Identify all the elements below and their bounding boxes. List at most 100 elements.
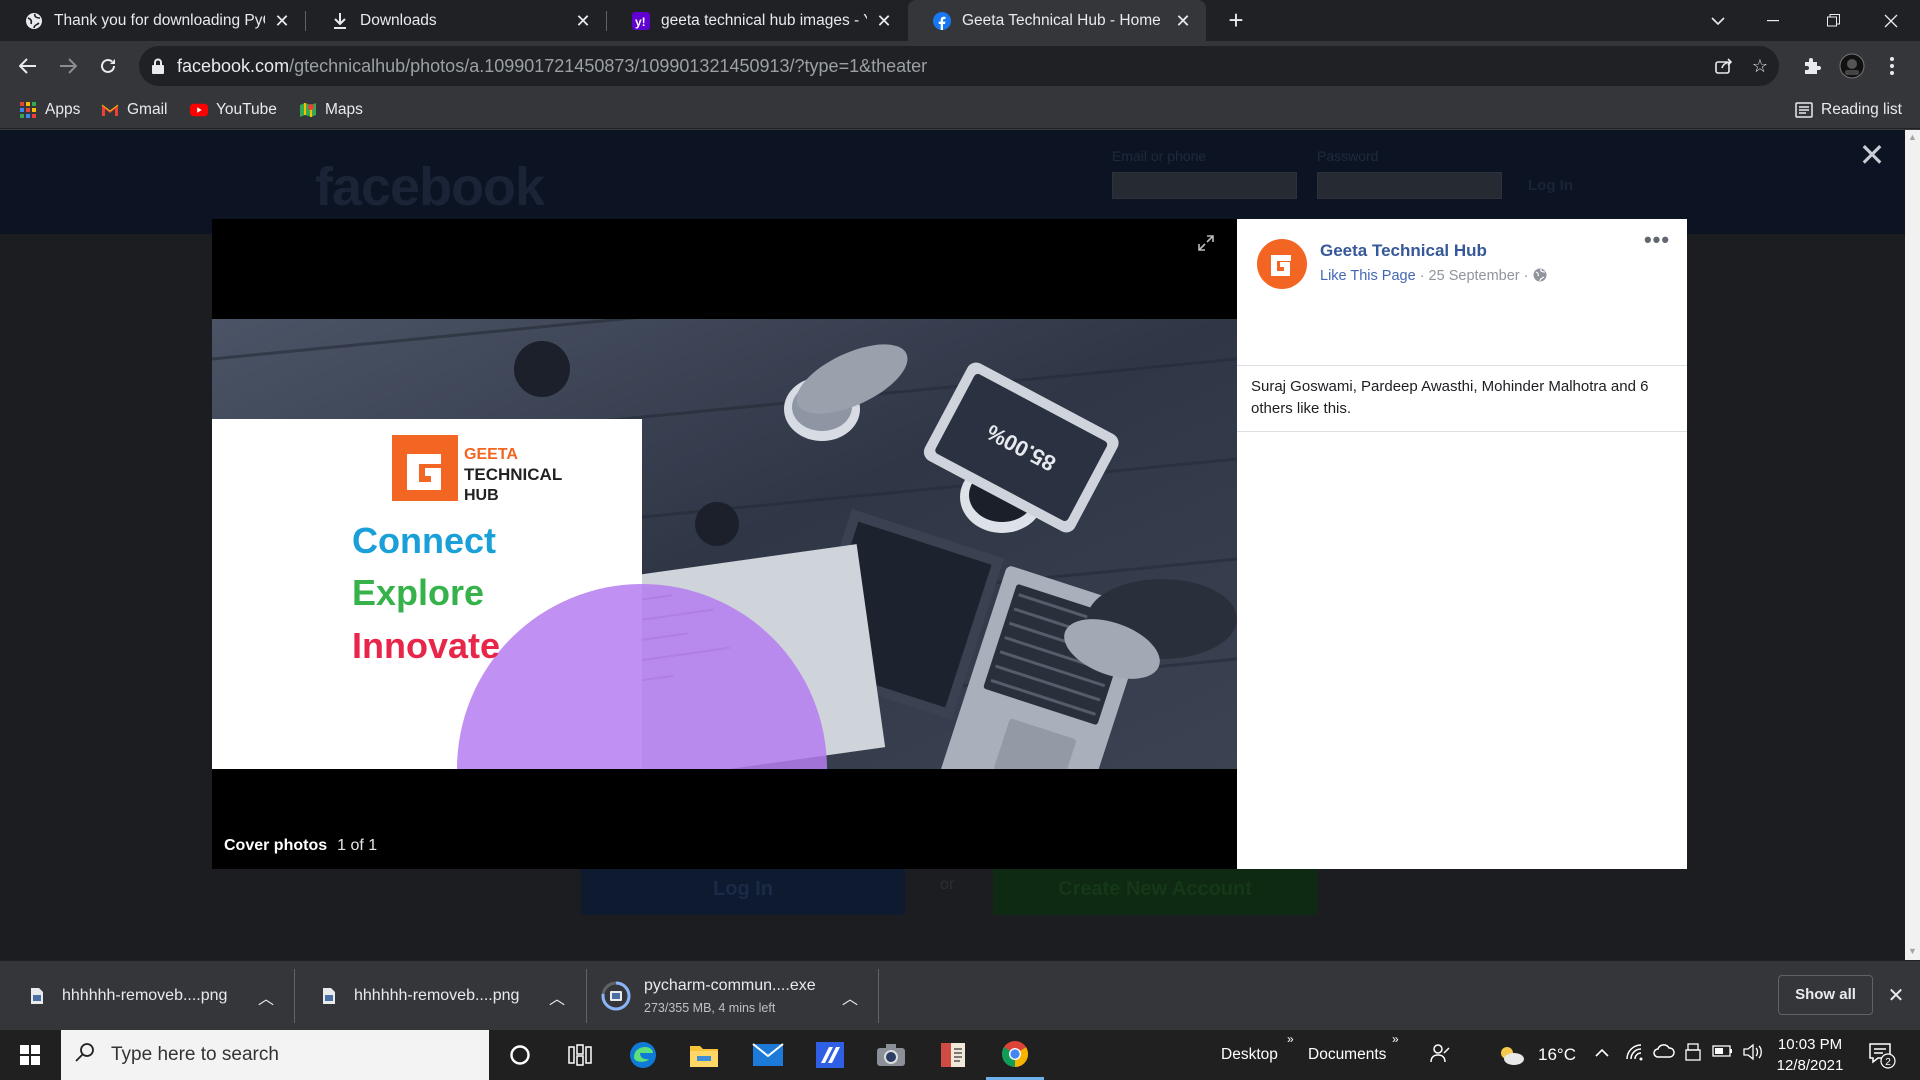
bookmark-gmail[interactable]: Gmail <box>101 98 167 122</box>
url-text[interactable]: facebook.com/gtechnicalhub/photos/a.1099… <box>177 56 927 77</box>
cover-photo[interactable]: 85.00% GEETA TECHNICAL HUB Connect Explo… <box>212 319 1237 769</box>
tab-search-icon[interactable] <box>1695 0 1741 41</box>
header-login-button[interactable]: Log In <box>1528 177 1573 194</box>
tab-downloads[interactable]: Downloads ✕ <box>306 0 606 41</box>
mail-icon[interactable] <box>739 1030 797 1080</box>
close-theater-icon[interactable]: ✕ <box>1857 139 1887 171</box>
download-item[interactable]: hhhhhh-removeb....png ︿ <box>26 961 284 1031</box>
reading-list-button[interactable]: Reading list <box>1795 98 1902 122</box>
reload-button[interactable] <box>92 50 124 82</box>
usb-device-icon[interactable] <box>1685 1043 1701 1066</box>
new-tab-button[interactable]: + <box>1222 7 1250 35</box>
chevron-up-icon[interactable]: ︿ <box>842 985 858 1009</box>
page-scrollbar[interactable]: ▲ ▼ <box>1905 130 1920 960</box>
album-name[interactable]: Cover photos <box>224 837 327 854</box>
restore-button[interactable] <box>1810 0 1856 41</box>
edge-icon[interactable] <box>614 1030 672 1080</box>
photo-caption: Cover photos 1 of 1 <box>224 837 377 855</box>
download-filename: pycharm-commun....exe <box>644 977 816 994</box>
windows-start-button[interactable] <box>0 1030 60 1080</box>
forward-button[interactable] <box>52 50 84 82</box>
chevron-up-icon[interactable]: ︿ <box>549 985 565 1009</box>
download-item-in-progress[interactable]: pycharm-commun....exe 273/355 MB, 4 mins… <box>600 961 870 1031</box>
scroll-thumb[interactable] <box>1907 148 1918 938</box>
show-all-button[interactable]: Show all <box>1778 975 1873 1015</box>
likes-summary[interactable]: Suraj Goswami, Pardeep Awasthi, Mohinder… <box>1251 376 1676 420</box>
facebook-logo: facebook <box>315 157 545 217</box>
download-item[interactable]: hhhhhh-removeb....png ︿ <box>318 961 574 1031</box>
close-tab-icon[interactable]: ✕ <box>875 12 893 30</box>
close-window-button[interactable] <box>1868 0 1914 41</box>
tab-facebook[interactable]: Geeta Technical Hub - Home | Fa ✕ <box>908 0 1206 41</box>
bookmark-apps[interactable]: Apps <box>19 98 80 122</box>
address-bar[interactable]: facebook.com/gtechnicalhub/photos/a.1099… <box>139 46 1779 86</box>
password-field[interactable] <box>1317 172 1502 199</box>
chevrons-icon[interactable]: » <box>1392 1032 1399 1046</box>
reading-list-label: Reading list <box>1821 101 1902 118</box>
notification-center-icon[interactable]: 2 <box>1868 1041 1896 1074</box>
taskbar-search-box[interactable]: Type here to search <box>61 1030 489 1080</box>
scroll-up-icon[interactable]: ▲ <box>1908 133 1917 142</box>
divider <box>294 969 295 1023</box>
or-text: or <box>940 876 955 893</box>
windows-taskbar: Type here to search Desktop » Documents … <box>0 1030 1920 1080</box>
battery-icon[interactable] <box>1712 1043 1734 1063</box>
people-icon[interactable] <box>1430 1043 1450 1068</box>
bookmark-star-icon[interactable]: ☆ <box>1748 54 1772 78</box>
post-date[interactable]: 25 September <box>1429 268 1520 284</box>
extensions-icon[interactable] <box>1796 50 1828 82</box>
chevrons-icon[interactable]: » <box>1287 1032 1294 1046</box>
temperature-text[interactable]: 16°C <box>1538 1045 1576 1065</box>
tab-yahoo[interactable]: y! geeta technical hub images - Yah ✕ <box>607 0 907 41</box>
system-clock[interactable]: 10:03 PM 12/8/2021 <box>1770 1034 1850 1076</box>
download-icon <box>330 11 350 31</box>
public-globe-icon[interactable] <box>1533 268 1547 284</box>
tab-label: Downloads <box>360 11 437 29</box>
bookmark-youtube[interactable]: YouTube <box>190 98 277 122</box>
lock-icon[interactable] <box>151 58 165 74</box>
login-button[interactable]: Log In <box>581 863 905 915</box>
tab-label: geeta technical hub images - Yah <box>661 11 867 29</box>
network-icon[interactable] <box>1625 1043 1645 1066</box>
desktop-toolbar-label[interactable]: Desktop <box>1221 1046 1278 1064</box>
like-page-link[interactable]: Like This Page <box>1320 268 1416 284</box>
fullscreen-icon[interactable] <box>1198 235 1218 255</box>
back-button[interactable] <box>12 50 44 82</box>
page-avatar[interactable] <box>1257 239 1307 289</box>
volume-icon[interactable] <box>1742 1043 1764 1066</box>
task-view-icon[interactable] <box>551 1030 609 1080</box>
camera-icon[interactable] <box>862 1030 920 1080</box>
weather-icon[interactable] <box>1497 1043 1525 1072</box>
cortana-icon[interactable] <box>491 1030 549 1080</box>
close-tab-icon[interactable]: ✕ <box>273 12 291 30</box>
menu-kebab-icon[interactable] <box>1876 50 1908 82</box>
minimize-button[interactable] <box>1750 0 1796 41</box>
onedrive-icon[interactable] <box>1653 1043 1675 1064</box>
bookmark-label: Apps <box>45 101 81 118</box>
more-options-icon[interactable]: ••• <box>1641 229 1673 257</box>
documents-toolbar-label[interactable]: Documents <box>1308 1046 1386 1064</box>
page-name-link[interactable]: Geeta Technical Hub <box>1320 241 1487 261</box>
photo-count: 1 of 1 <box>337 837 378 854</box>
brand-name-line2: TECHNICAL <box>464 465 562 484</box>
chevron-up-icon[interactable]: ︿ <box>258 985 274 1009</box>
close-tab-icon[interactable]: ✕ <box>574 12 592 30</box>
share-icon[interactable] <box>1712 54 1736 78</box>
email-field[interactable] <box>1112 172 1297 199</box>
visual-studio-icon[interactable] <box>801 1030 859 1080</box>
maps-icon <box>299 101 317 119</box>
tab-pycharm[interactable]: Thank you for downloading PyCh ✕ <box>0 0 305 41</box>
scroll-down-icon[interactable]: ▼ <box>1908 947 1917 956</box>
tagline-innovate: Innovate <box>352 625 500 666</box>
bookmark-maps[interactable]: Maps <box>299 98 363 122</box>
show-hidden-icons-chevron[interactable] <box>1595 1043 1609 1063</box>
chrome-icon[interactable] <box>986 1030 1044 1080</box>
profile-avatar[interactable] <box>1836 50 1868 82</box>
downloads-bar: hhhhhh-removeb....png ︿ hhhhhh-removeb..… <box>0 960 1920 1030</box>
file-explorer-icon[interactable] <box>675 1030 733 1080</box>
notes-app-icon[interactable] <box>924 1030 982 1080</box>
close-downloads-icon[interactable]: ✕ <box>1886 983 1906 1008</box>
create-account-button[interactable]: Create New Account <box>993 863 1317 915</box>
url-path: /gtechnicalhub/photos/a.109901721450873/… <box>289 56 928 76</box>
close-tab-icon[interactable]: ✕ <box>1174 12 1192 30</box>
